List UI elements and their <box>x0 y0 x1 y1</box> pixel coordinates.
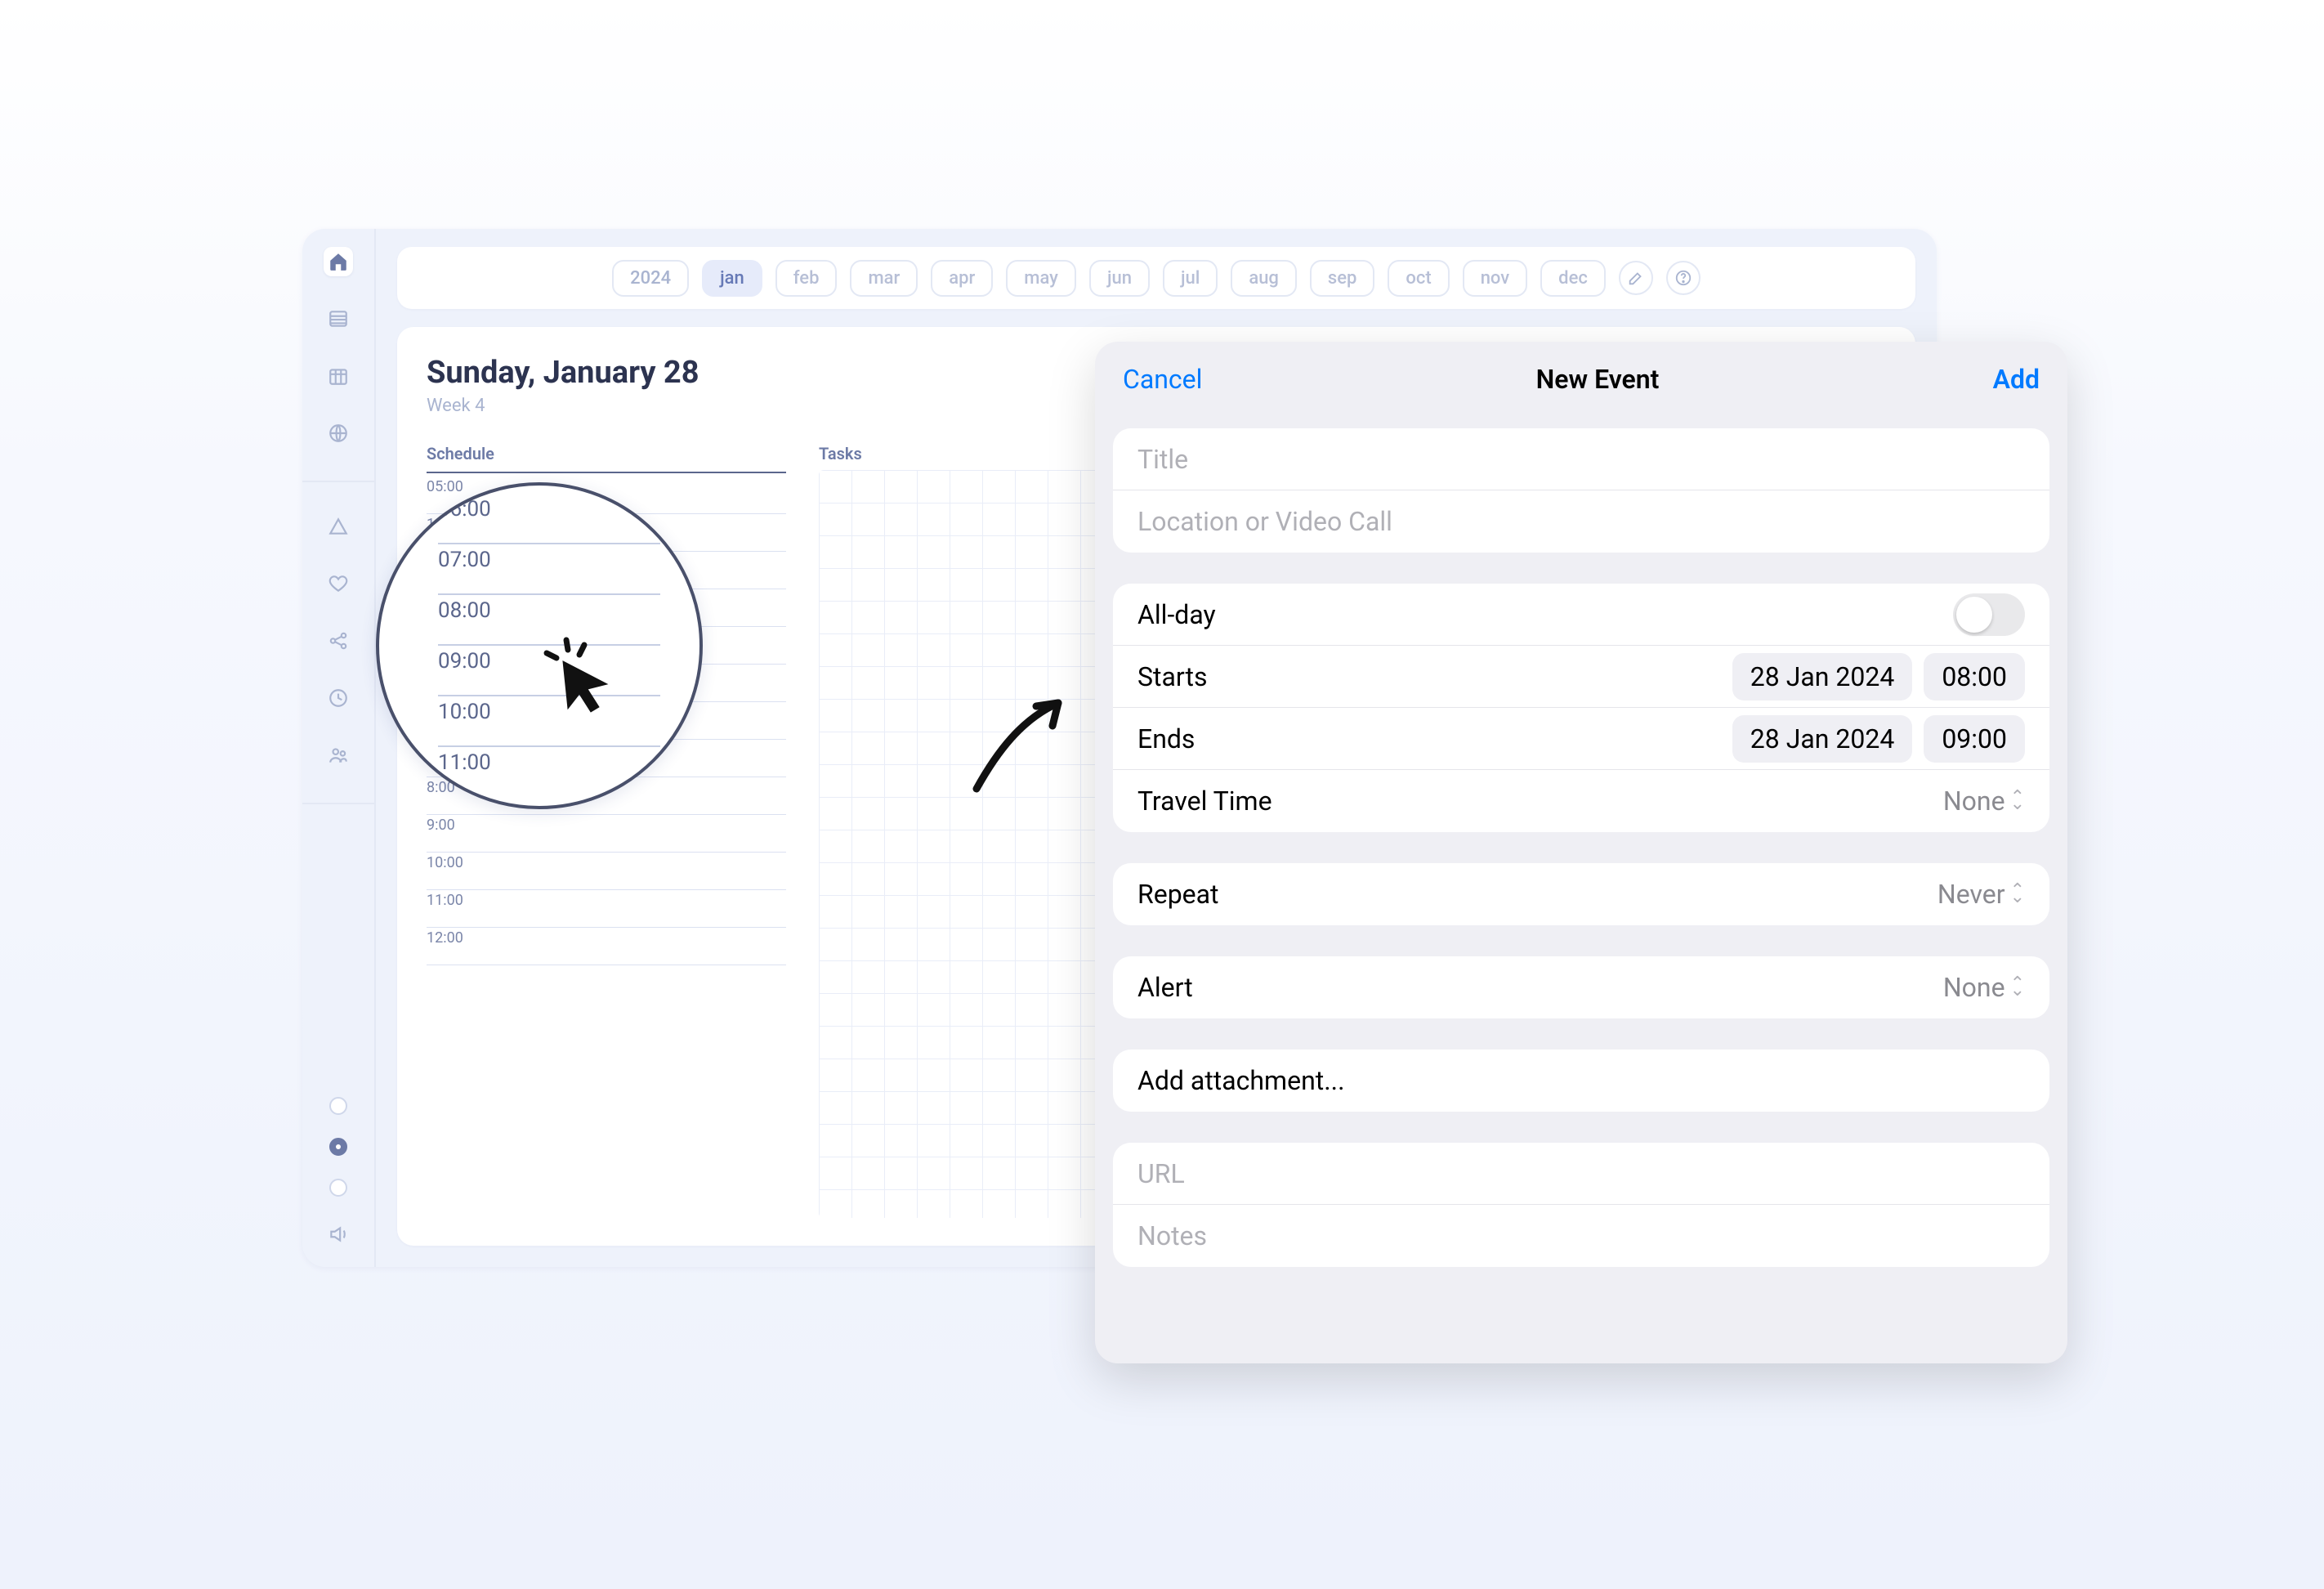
title-section: Title Location or Video Call <box>1113 428 2049 553</box>
allday-label: All-day <box>1137 599 1216 630</box>
chevron-updown-icon: ⌃⌄ <box>2010 888 2025 901</box>
notes-input[interactable]: Notes <box>1113 1205 2049 1267</box>
ends-label: Ends <box>1137 723 1195 754</box>
year-pill[interactable]: 2024 <box>612 260 689 297</box>
attachment-row[interactable]: Add attachment... <box>1113 1050 2049 1112</box>
status-dot-3[interactable] <box>329 1179 347 1197</box>
month-pill-nov[interactable]: nov <box>1463 260 1527 297</box>
nav-share-icon[interactable] <box>324 626 353 656</box>
alert-row[interactable]: Alert None ⌃⌄ <box>1113 956 2049 1018</box>
zoom-lens: 06:00 07:00 08:00 09:00 10:00 11:00 <box>376 482 703 809</box>
attachment-section: Add attachment... <box>1113 1050 2049 1112</box>
chevron-updown-icon: ⌃⌄ <box>2010 794 2025 808</box>
zoom-hour: 09:00 <box>438 646 660 696</box>
ends-date-chip[interactable]: 28 Jan 2024 <box>1732 715 1913 763</box>
cancel-button[interactable]: Cancel <box>1123 364 1202 395</box>
ends-row: Ends 28 Jan 2024 09:00 <box>1113 708 2049 770</box>
hour-row[interactable]: 9:00 <box>427 815 786 853</box>
location-placeholder: Location or Video Call <box>1137 506 1392 537</box>
sidebar <box>302 229 376 1267</box>
new-event-modal: Cancel New Event Add Title Location or V… <box>1095 342 2067 1363</box>
schedule-heading: Schedule <box>427 444 786 463</box>
month-pill-may[interactable]: may <box>1006 260 1076 297</box>
month-pill-aug[interactable]: aug <box>1231 260 1297 297</box>
month-pill-mar[interactable]: mar <box>850 260 918 297</box>
month-pill-jan[interactable]: jan <box>702 260 762 297</box>
zoom-hour: 11:00 <box>438 747 660 798</box>
edit-button[interactable] <box>1619 261 1653 295</box>
allday-row: All-day <box>1113 584 2049 646</box>
repeat-section: Repeat Never ⌃⌄ <box>1113 863 2049 925</box>
hour-row[interactable]: 12:00 <box>427 928 786 965</box>
month-nav: 2024 jan feb mar apr may jun jul aug sep… <box>397 247 1915 309</box>
nav-history-icon[interactable] <box>324 683 353 713</box>
month-pill-apr[interactable]: apr <box>931 260 993 297</box>
month-pill-jun[interactable]: jun <box>1089 260 1150 297</box>
nav-heart-icon[interactable] <box>324 569 353 598</box>
notes-placeholder: Notes <box>1137 1220 1207 1251</box>
ends-time-chip[interactable]: 09:00 <box>1924 715 2025 763</box>
location-input[interactable]: Location or Video Call <box>1113 490 2049 553</box>
nav-calendar-icon[interactable] <box>324 361 353 391</box>
url-placeholder: URL <box>1137 1158 1185 1189</box>
repeat-row[interactable]: Repeat Never ⌃⌄ <box>1113 863 2049 925</box>
status-dot-1[interactable] <box>329 1097 347 1115</box>
zoom-hour: 08:00 <box>438 595 660 646</box>
title-input[interactable]: Title <box>1113 428 2049 490</box>
modal-title: New Event <box>1536 364 1660 395</box>
chevron-updown-icon: ⌃⌄ <box>2010 981 2025 994</box>
zoom-hour: 07:00 <box>438 544 660 595</box>
alert-label: Alert <box>1137 972 1193 1003</box>
travel-label: Travel Time <box>1137 786 1272 817</box>
nav-team-icon[interactable] <box>324 741 353 770</box>
zoom-hour: 10:00 <box>438 696 660 747</box>
month-pill-jul[interactable]: jul <box>1163 260 1218 297</box>
nav-sound-icon[interactable] <box>324 1220 353 1249</box>
nav-globe-icon[interactable] <box>324 419 353 448</box>
alert-value: None <box>1943 972 2005 1003</box>
add-button[interactable]: Add <box>1993 364 2040 395</box>
month-pill-dec[interactable]: dec <box>1540 260 1606 297</box>
travel-row[interactable]: Travel Time None ⌃⌄ <box>1113 770 2049 832</box>
repeat-label: Repeat <box>1137 879 1219 910</box>
starts-row: Starts 28 Jan 2024 08:00 <box>1113 646 2049 708</box>
travel-value: None <box>1943 786 2005 817</box>
modal-header: Cancel New Event Add <box>1095 342 2067 417</box>
nav-triangle-icon[interactable] <box>324 512 353 541</box>
month-pill-feb[interactable]: feb <box>775 260 838 297</box>
attachment-label: Add attachment... <box>1137 1065 1345 1096</box>
starts-date-chip[interactable]: 28 Jan 2024 <box>1732 653 1913 701</box>
status-dot-2[interactable] <box>329 1138 347 1156</box>
starts-label: Starts <box>1137 661 1207 692</box>
starts-time-chip[interactable]: 08:00 <box>1924 653 2025 701</box>
url-input[interactable]: URL <box>1113 1143 2049 1205</box>
allday-toggle[interactable] <box>1953 593 2025 636</box>
time-section: All-day Starts 28 Jan 2024 08:00 Ends 28… <box>1113 584 2049 832</box>
nav-home-icon[interactable] <box>324 247 353 276</box>
zoom-hour: 06:00 <box>438 494 660 544</box>
help-button[interactable] <box>1666 261 1701 295</box>
alert-section: Alert None ⌃⌄ <box>1113 956 2049 1018</box>
title-placeholder: Title <box>1137 444 1188 475</box>
repeat-value: Never <box>1937 879 2005 910</box>
hour-row[interactable]: 10:00 <box>427 853 786 890</box>
notes-section: URL Notes <box>1113 1143 2049 1267</box>
month-pill-oct[interactable]: oct <box>1388 260 1449 297</box>
nav-list-icon[interactable] <box>324 304 353 333</box>
month-pill-sep[interactable]: sep <box>1310 260 1374 297</box>
hour-row[interactable]: 11:00 <box>427 890 786 928</box>
